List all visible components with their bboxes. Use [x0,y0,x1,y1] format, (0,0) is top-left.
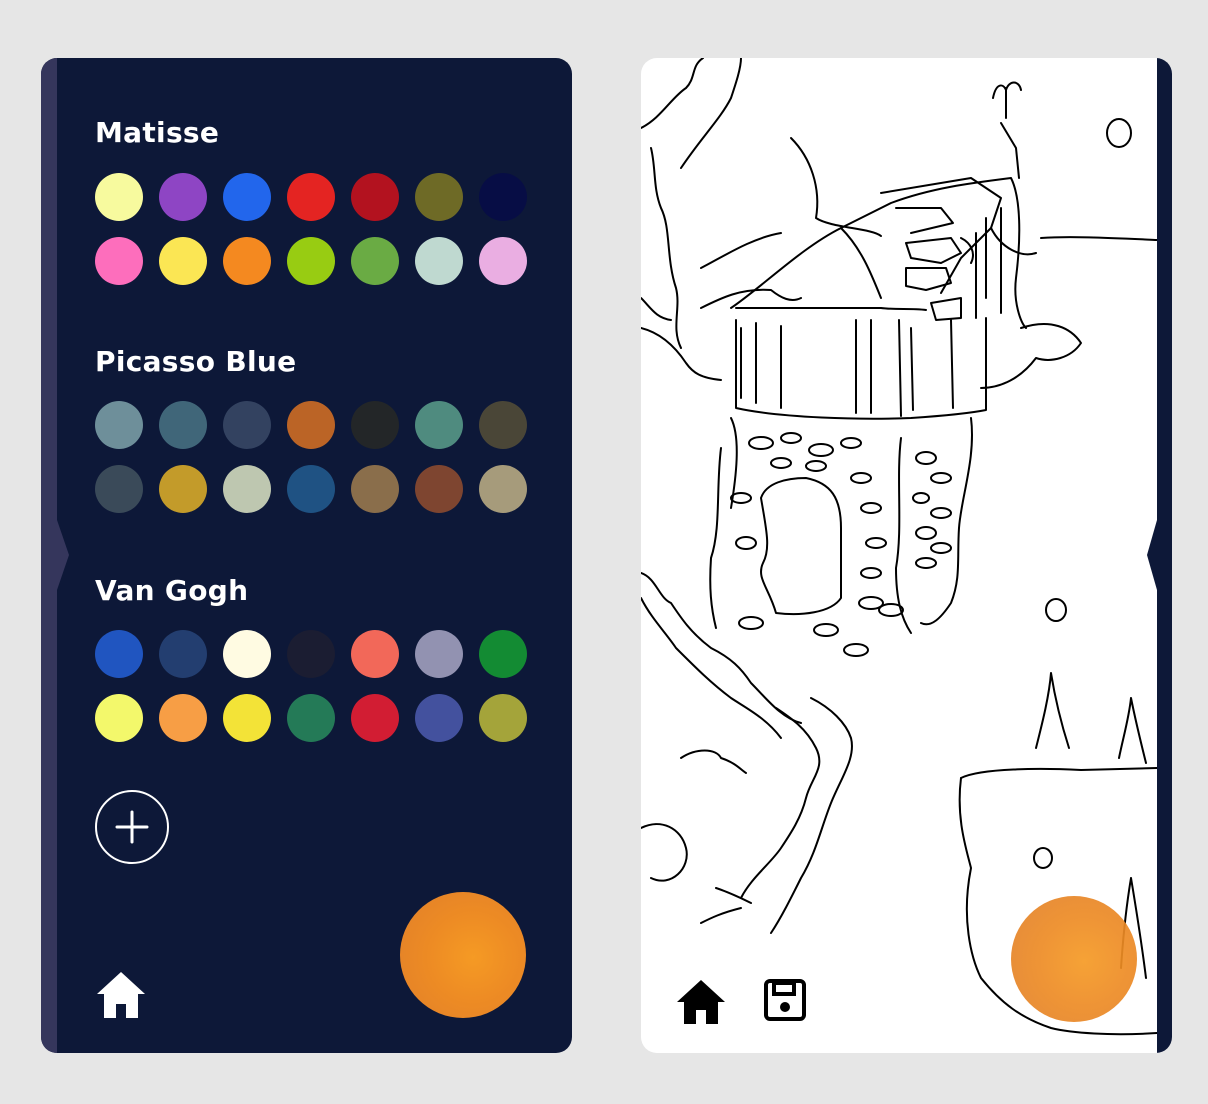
color-swatch[interactable] [479,237,527,285]
canvas-edge [1157,58,1172,1053]
palette-title-matisse: Matisse [95,116,220,149]
color-swatch[interactable] [287,401,335,449]
color-swatch[interactable] [415,173,463,221]
color-swatch[interactable] [95,465,143,513]
color-swatch[interactable] [351,465,399,513]
color-swatch[interactable] [287,237,335,285]
color-swatch[interactable] [287,173,335,221]
color-swatch[interactable] [287,694,335,742]
add-palette-button[interactable] [95,790,169,864]
palette-title-van-gogh: Van Gogh [95,574,249,607]
plus-icon [115,810,149,844]
selected-color-orb[interactable] [1011,896,1137,1022]
color-swatch[interactable] [415,237,463,285]
color-swatch[interactable] [287,465,335,513]
swatch-grid-matisse [95,173,527,285]
color-swatch[interactable] [479,630,527,678]
color-swatch[interactable] [159,465,207,513]
coloring-canvas[interactable] [641,58,1172,1053]
color-swatch[interactable] [95,694,143,742]
color-swatch[interactable] [223,237,271,285]
color-swatch[interactable] [415,401,463,449]
swatch-grid-van-gogh [95,630,527,742]
color-swatch[interactable] [95,630,143,678]
swatch-grid-picasso-blue [95,401,527,513]
color-swatch[interactable] [479,401,527,449]
color-swatch[interactable] [351,694,399,742]
color-swatch[interactable] [159,173,207,221]
palette-title-picasso-blue: Picasso Blue [95,345,297,378]
selected-color-orb[interactable] [400,892,526,1018]
color-swatch[interactable] [415,694,463,742]
color-swatch[interactable] [223,630,271,678]
color-swatch[interactable] [351,173,399,221]
color-swatch[interactable] [159,630,207,678]
color-swatch[interactable] [223,465,271,513]
color-swatch[interactable] [287,630,335,678]
color-swatch[interactable] [95,173,143,221]
home-icon[interactable] [95,970,147,1020]
floppy-disk-icon[interactable] [763,978,807,1022]
panel-edge [41,58,57,1053]
panel-collapse-handle[interactable] [57,520,69,590]
color-swatch[interactable] [415,465,463,513]
color-swatch[interactable] [223,694,271,742]
color-swatch[interactable] [223,173,271,221]
color-swatch[interactable] [159,401,207,449]
color-swatch[interactable] [351,630,399,678]
color-swatch[interactable] [479,465,527,513]
color-swatch[interactable] [479,694,527,742]
color-swatch[interactable] [159,694,207,742]
palette-panel: Matisse Picasso Blue Van Gogh [41,58,572,1053]
color-swatch[interactable] [351,401,399,449]
color-swatch[interactable] [351,237,399,285]
color-swatch[interactable] [95,401,143,449]
color-swatch[interactable] [223,401,271,449]
color-swatch[interactable] [159,237,207,285]
color-swatch[interactable] [415,630,463,678]
color-swatch[interactable] [95,237,143,285]
color-swatch[interactable] [479,173,527,221]
home-icon[interactable] [675,978,727,1026]
